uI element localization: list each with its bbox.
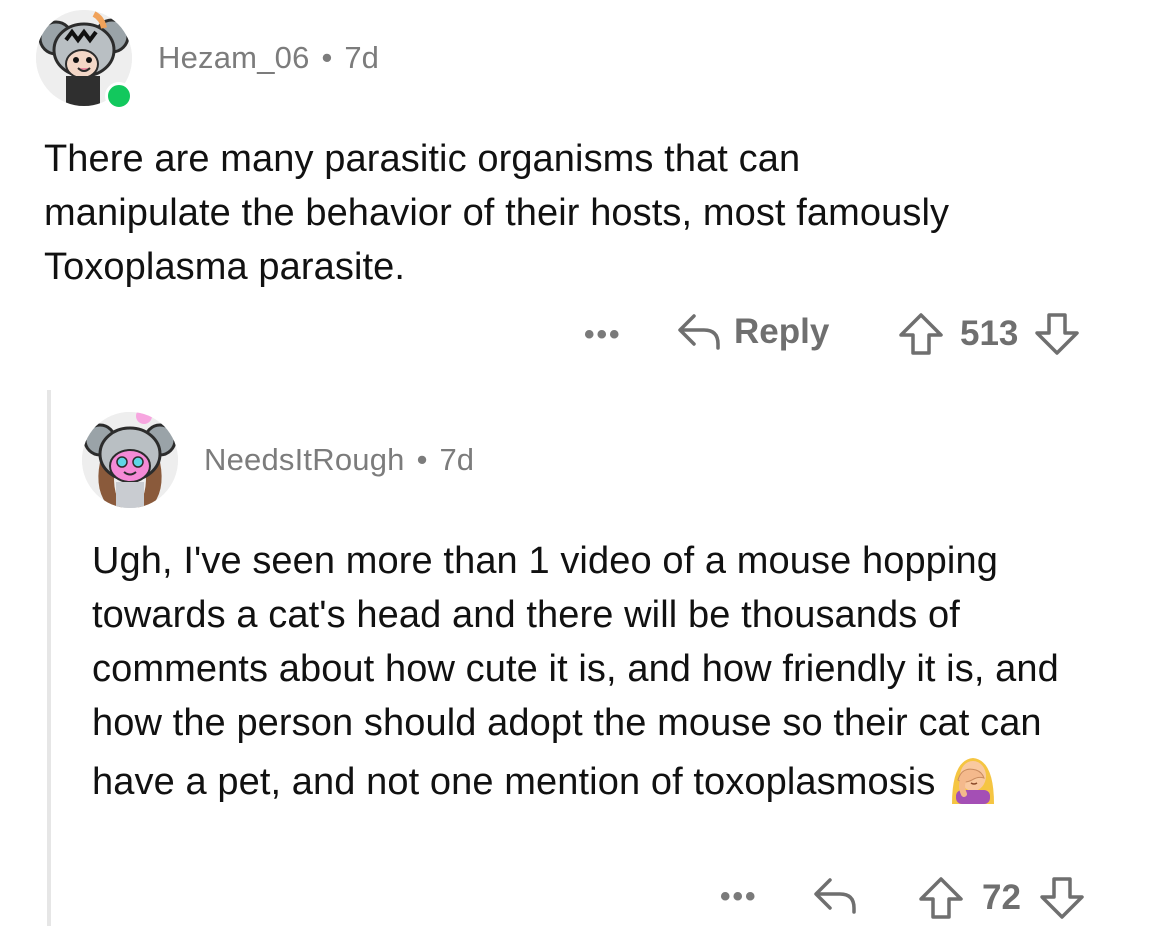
meta-separator: • bbox=[416, 442, 428, 477]
comment-age: 7d bbox=[439, 442, 474, 477]
vote-count: 513 bbox=[960, 314, 1019, 353]
comment-username[interactable]: NeedsItRough bbox=[204, 442, 405, 478]
comment-body: There are many parasitic organisms that … bbox=[44, 138, 950, 288]
reply-arrow-icon bbox=[676, 312, 722, 352]
more-options-button[interactable]: ••• bbox=[720, 880, 758, 914]
reply-arrow-icon[interactable] bbox=[812, 876, 858, 916]
comment-body: Ugh, I've seen more than 1 video of a mo… bbox=[92, 540, 1059, 803]
avatar-needsitrough[interactable] bbox=[82, 412, 178, 508]
upvote-arrow-icon[interactable] bbox=[918, 876, 964, 920]
thread-line[interactable] bbox=[47, 390, 51, 926]
downvote-arrow-icon[interactable] bbox=[1034, 312, 1080, 356]
meta-separator: • bbox=[321, 40, 333, 75]
more-options-button[interactable]: ••• bbox=[584, 318, 622, 352]
facepalm-emoji bbox=[946, 750, 1000, 804]
comment-username[interactable]: Hezam_06 bbox=[158, 40, 310, 76]
downvote-arrow-icon[interactable] bbox=[1039, 876, 1085, 920]
comment-age: 7d bbox=[344, 40, 379, 75]
comment-body-container: Ugh, I've seen more than 1 video of a mo… bbox=[92, 534, 1122, 809]
online-status-dot bbox=[105, 82, 133, 110]
reply-button[interactable]: Reply bbox=[676, 312, 829, 352]
reply-label: Reply bbox=[734, 312, 830, 351]
vote-count: 72 bbox=[982, 878, 1021, 917]
upvote-arrow-icon[interactable] bbox=[898, 312, 944, 356]
